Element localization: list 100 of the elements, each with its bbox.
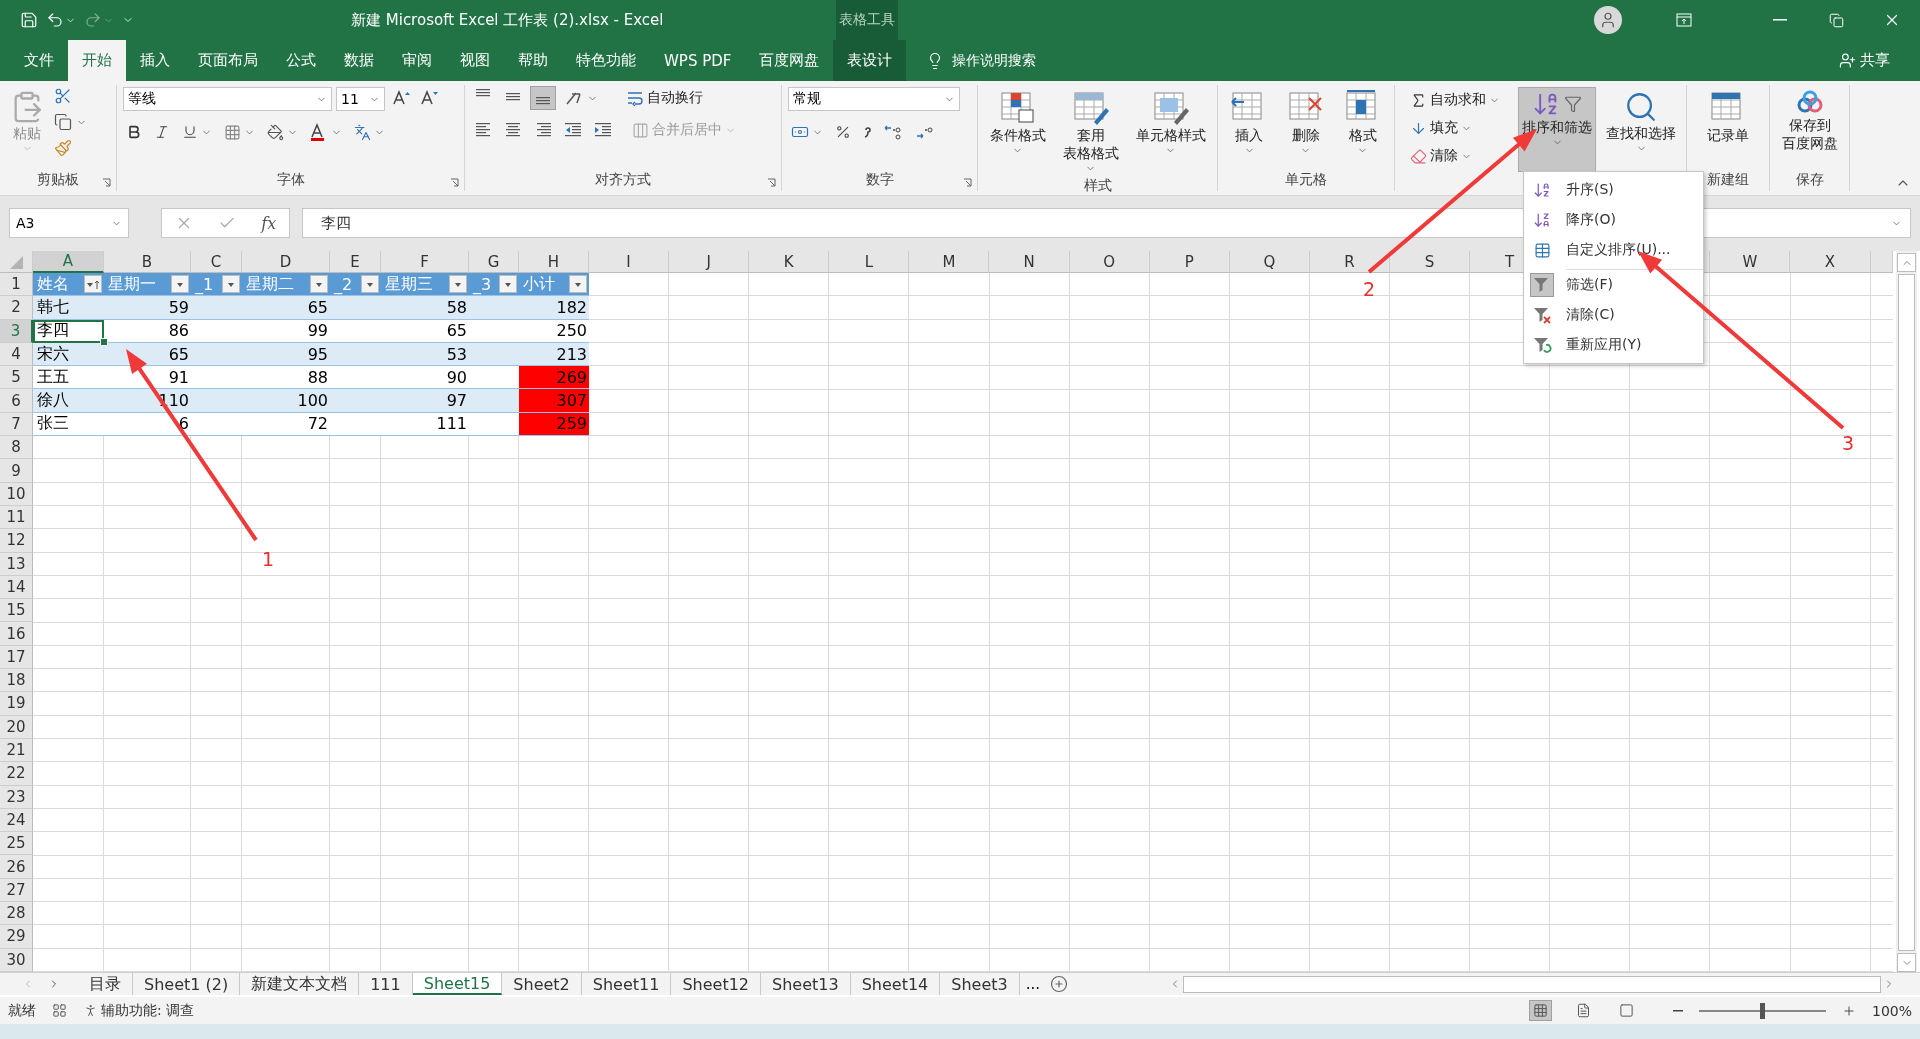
italic-icon	[154, 124, 170, 140]
page-icon	[1575, 1003, 1591, 1018]
wrap-text-button[interactable]: 自动换行	[623, 87, 706, 109]
sheet-tab[interactable]: Sheet3	[940, 973, 1020, 995]
filter-dropdown-button[interactable]	[499, 275, 517, 294]
ribbon-tab[interactable]: 视图	[446, 40, 504, 81]
table-cell: 宋六	[33, 342, 104, 367]
font-size-field[interactable]: 11	[336, 87, 385, 111]
align-left-icon	[474, 122, 492, 138]
annotation-label: 1	[262, 548, 275, 570]
column-header: L	[829, 251, 910, 273]
column-header: J	[669, 251, 750, 273]
dialog-launcher-icon	[102, 178, 111, 187]
clear-button[interactable]: 清除	[1407, 145, 1512, 167]
sheet-tab[interactable]: 目录	[78, 973, 133, 995]
sheet-tab[interactable]: Sheet12	[671, 973, 762, 995]
column-header: C	[191, 251, 242, 273]
autosum-button[interactable]: 自动求和	[1407, 89, 1512, 111]
filter-dropdown-button[interactable]	[361, 275, 379, 294]
align-top-icon	[476, 89, 490, 97]
sheet-tab[interactable]: 新建文本文档	[240, 973, 360, 995]
row-header: 29	[0, 925, 33, 949]
table-cell: 97	[381, 389, 469, 413]
ribbon-tab[interactable]: 文件	[10, 40, 68, 81]
ribbon-display-icon	[1676, 13, 1692, 27]
format-painter-icon	[54, 139, 72, 157]
ribbon-tab[interactable]: 帮助	[504, 40, 562, 81]
normal-view-button[interactable]	[1529, 1001, 1551, 1020]
sheet-tab[interactable]: Sheet2	[502, 973, 582, 995]
ribbon-tab[interactable]: 页面布局	[184, 40, 272, 81]
fill-handle[interactable]	[100, 337, 108, 346]
annotation-label: 3	[1842, 432, 1855, 454]
wrap-text-icon	[626, 90, 644, 106]
number-format-field[interactable]: 常规	[788, 87, 960, 111]
sheet-tab[interactable]: 111	[359, 973, 413, 995]
ribbon-button[interactable]: 条件格式	[985, 87, 1050, 177]
zoom-slider-thumb[interactable]	[1760, 1002, 1766, 1019]
table-cell: 213	[519, 342, 589, 367]
row-header: 20	[0, 715, 33, 739]
minimize-icon	[1773, 19, 1787, 21]
ribbon-button[interactable]: 套用 表格格式	[1058, 87, 1123, 177]
row-header: 30	[0, 948, 33, 972]
row-header: 4	[0, 342, 33, 367]
decimal-icon	[883, 124, 903, 140]
table-cell: 58	[381, 296, 469, 320]
ribbon-button[interactable]: 插入	[1226, 87, 1273, 171]
row-header: 8	[0, 436, 33, 460]
ribbon-button[interactable]: 删除	[1283, 87, 1329, 171]
bold-icon	[126, 124, 142, 140]
tell-me-search[interactable]: 操作说明搜索	[952, 51, 1037, 70]
ribbon-tab[interactable]: WPS PDF	[650, 40, 746, 81]
filter-dropdown-button[interactable]	[84, 275, 102, 294]
insert-function-button[interactable]: fx	[261, 213, 277, 233]
save-to-cloud-button[interactable]: 保存到 百度网盘	[1777, 87, 1842, 171]
eraser-icon	[1410, 147, 1427, 165]
filter-dropdown-button[interactable]	[310, 275, 328, 294]
context-tab-label: 表格工具	[836, 0, 898, 40]
ribbon-button[interactable]: 单元格样式	[1131, 87, 1210, 177]
ribbon-tab[interactable]: 公式	[272, 40, 330, 81]
ribbon-tab[interactable]: 特色功能	[562, 40, 650, 81]
ribbon-tab[interactable]: 百度网盘	[745, 40, 834, 81]
accessibility-status[interactable]: 辅助功能: 调查	[101, 1001, 195, 1020]
more-sheets-button[interactable]: ...	[1025, 975, 1041, 993]
vertical-scrollbar[interactable]	[1896, 251, 1917, 972]
bottom-align-button[interactable]	[531, 87, 555, 109]
ribbon-tab[interactable]: 表设计	[833, 40, 907, 81]
filter-dropdown-button[interactable]	[171, 275, 189, 294]
record-form-button[interactable]: 记录单	[1703, 87, 1753, 171]
align-middle-icon	[506, 93, 520, 101]
table-cell: 99	[242, 319, 330, 343]
sheet-tab[interactable]: Sheet14	[850, 973, 941, 995]
table-cell: 182	[519, 296, 589, 320]
column-header: A	[33, 251, 104, 273]
sheet-tab[interactable]: Sheet1 (2)	[133, 973, 241, 995]
font-name-field[interactable]: 等线	[123, 87, 332, 111]
ribbon-tab[interactable]: 开始	[68, 40, 126, 81]
sheet-tab[interactable]: Sheet13	[761, 973, 851, 995]
fill-button[interactable]: 填充	[1407, 117, 1512, 139]
paint-bucket-icon	[267, 123, 284, 141]
ribbon-tab[interactable]: 审阅	[388, 40, 446, 81]
ribbon-tab[interactable]: 数据	[330, 40, 388, 81]
menu-item[interactable]: 降序(O)	[1524, 205, 1703, 235]
menu-item[interactable]: 重新应用(Y)	[1524, 330, 1703, 360]
table-cell: 95	[242, 342, 330, 367]
ribbon-button[interactable]: 格式	[1339, 87, 1386, 171]
sheet-tab[interactable]: Sheet15	[412, 973, 503, 995]
sheet-tab[interactable]: Sheet11	[581, 973, 672, 995]
column-title: _3	[473, 274, 492, 294]
menu-item[interactable]: 升序(S)	[1524, 175, 1703, 205]
share-button[interactable]: 共享	[1833, 40, 1896, 81]
zoom-in-icon	[1841, 1003, 1856, 1018]
filter-dropdown-button[interactable]	[222, 275, 240, 294]
name-box[interactable]: A3	[9, 208, 129, 238]
column-header: B	[104, 251, 191, 273]
filter-dropdown-button[interactable]	[569, 275, 587, 294]
filter-dropdown-button[interactable]	[449, 275, 467, 294]
menu-item[interactable]: 清除(C)	[1524, 300, 1703, 330]
find-select-button[interactable]: 查找和选择	[1602, 87, 1680, 172]
table-cell: 53	[381, 342, 469, 367]
ribbon-tab[interactable]: 插入	[126, 40, 184, 81]
